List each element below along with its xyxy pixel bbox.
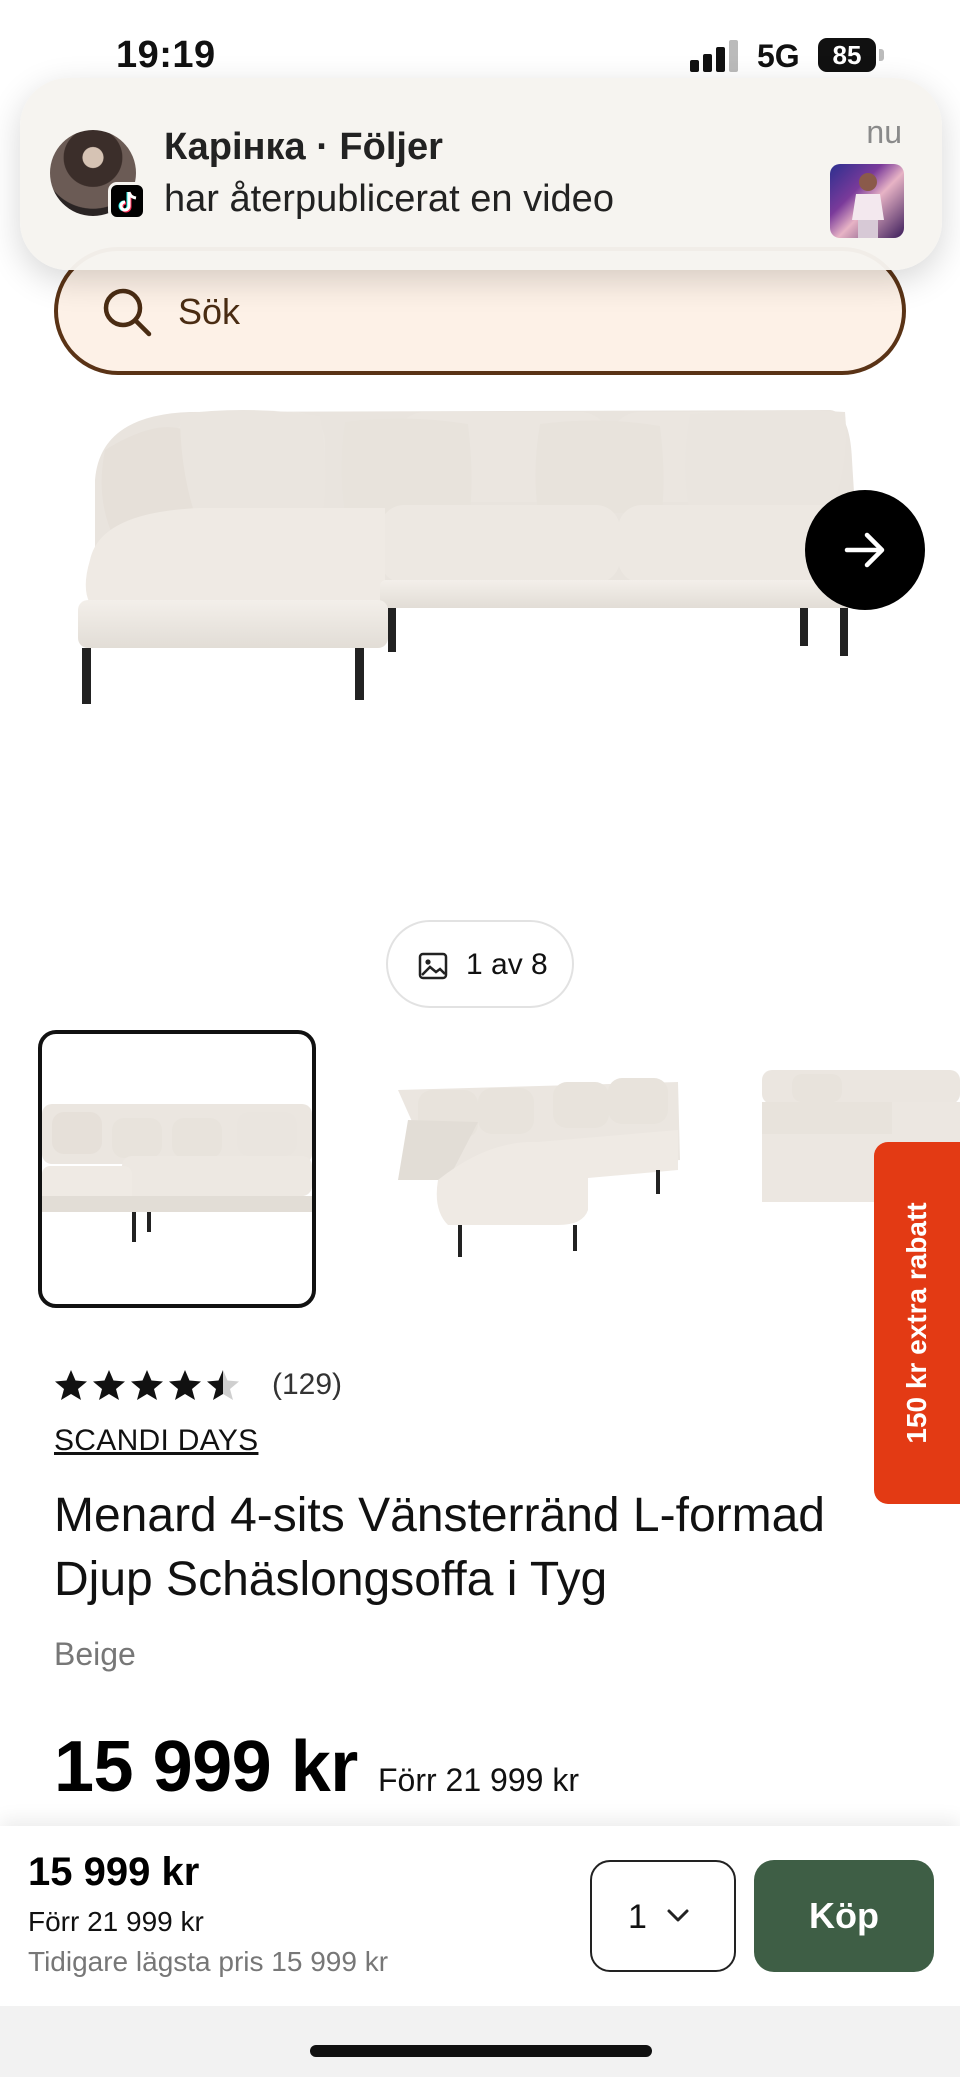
video-thumbnail [830,164,904,238]
thumbnail-2[interactable] [398,1030,682,1308]
product-old-price: Förr 21 999 kr [378,1762,579,1798]
signal-strength-icon [690,40,740,72]
review-count[interactable]: (129) [272,1368,342,1402]
battery-level: 85 [818,38,876,72]
promo-tab[interactable]: 150 kr extra rabatt [874,1142,960,1504]
purchase-bar: 15 999 kr Förr 21 999 kr Tidigare lägsta… [0,1826,960,2006]
image-icon [418,952,448,980]
purchase-bar-lowest-price: Tidigare lägsta pris 15 999 kr [28,1946,389,1977]
promo-label: 150 kr extra rabatt [901,1202,932,1444]
product-image[interactable] [0,400,960,920]
status-time: 19:19 [116,34,216,76]
product-variant: Beige [54,1636,136,1672]
search-input[interactable]: Sök [178,291,240,333]
product-price: 15 999 kr [54,1727,358,1807]
next-image-button[interactable] [805,490,925,610]
image-counter: 1 av 8 [386,920,574,1008]
search-icon [103,288,152,337]
notification-banner[interactable]: Карінка · Följer har återpublicerat en v… [20,78,942,270]
rating-stars[interactable] [54,1366,244,1406]
quantity-value: 1 [628,1898,647,1936]
notification-title: Карінка · Följer [164,126,443,168]
notification-body: har återpublicerat en video [164,178,614,220]
image-counter-label: 1 av 8 [466,948,548,981]
notification-time: nu [866,114,902,150]
tiktok-icon [108,182,146,220]
buy-button[interactable]: Köp [754,1860,934,1972]
purchase-bar-price: 15 999 kr [28,1850,200,1894]
home-indicator[interactable] [310,2045,652,2057]
thumbnail-1[interactable] [38,1030,316,1308]
brand-link[interactable]: SCANDI DAYS [54,1424,258,1458]
purchase-bar-old-price: Förr 21 999 kr [28,1906,204,1937]
star-rating-icon [55,1370,239,1400]
home-area [0,2006,960,2077]
battery-icon: 85 [818,38,884,74]
chevron-down-icon [667,1909,689,1922]
quantity-select[interactable]: 1 [590,1860,736,1972]
product-title: Menard 4-sits Vänsterränd L-formad Djup … [54,1489,825,1606]
network-type: 5G [757,38,800,74]
arrow-right-icon [844,532,885,568]
